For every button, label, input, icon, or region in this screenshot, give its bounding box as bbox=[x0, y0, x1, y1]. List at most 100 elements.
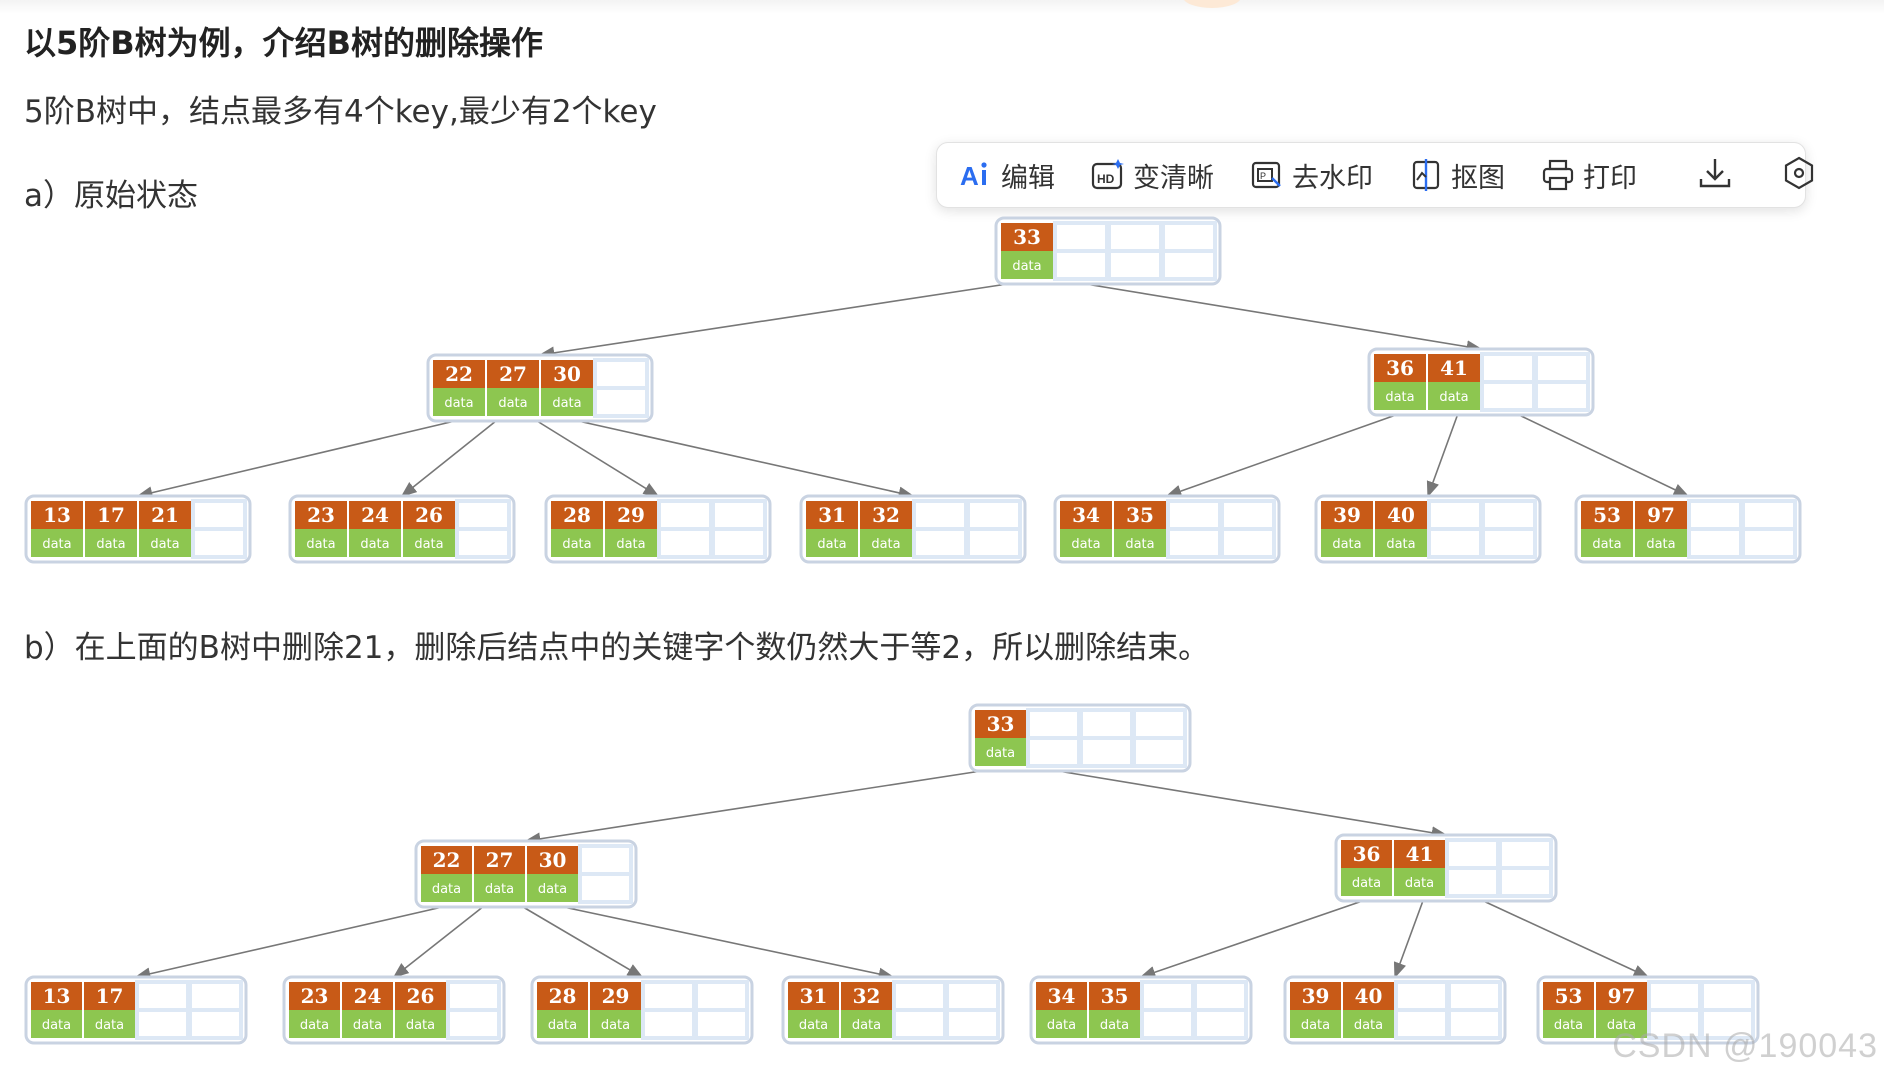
empty-key-cell bbox=[1480, 352, 1536, 384]
tree-edge bbox=[1085, 283, 1483, 353]
data-label: data bbox=[601, 1018, 630, 1033]
svg-text:P: P bbox=[1260, 171, 1266, 181]
data-label: data bbox=[1646, 537, 1675, 552]
tree-edge bbox=[577, 420, 915, 500]
print-button[interactable]: 打印 bbox=[1541, 153, 1637, 197]
key-label: 13 bbox=[43, 984, 71, 1008]
data-label: data bbox=[150, 537, 179, 552]
settings-button[interactable] bbox=[1781, 153, 1817, 197]
key-label: 28 bbox=[549, 984, 577, 1008]
tree-edge bbox=[1165, 414, 1397, 498]
caption-b: b）在上面的B树中删除21，删除后结点中的关键字个数仍然大于等2，所以删除结束。 bbox=[24, 630, 1210, 666]
tree-edge bbox=[563, 906, 895, 981]
key-label: 53 bbox=[1593, 503, 1621, 527]
data-label: data bbox=[1012, 259, 1041, 274]
key-label: 17 bbox=[97, 503, 125, 527]
key-label: 39 bbox=[1302, 984, 1330, 1008]
edit-button[interactable]: A 编辑 bbox=[959, 153, 1055, 197]
data-label: data bbox=[1047, 1018, 1076, 1033]
data-label: data bbox=[498, 396, 527, 411]
empty-key-cell bbox=[1140, 980, 1195, 1012]
svg-text:HD: HD bbox=[1097, 172, 1115, 186]
empty-key-cell bbox=[912, 499, 968, 531]
edit-label: 编辑 bbox=[1001, 162, 1055, 194]
key-label: 39 bbox=[1333, 503, 1361, 527]
btree-diagram-a: 33 data 22 data 27 data 30 data 36 data 41 data 13 da… bbox=[24, 216, 1802, 564]
cutout-button[interactable]: 抠图 bbox=[1409, 153, 1505, 197]
empty-key-cell bbox=[1220, 499, 1276, 531]
enhance-button[interactable]: HD 变清晰 bbox=[1091, 153, 1214, 197]
data-label: data bbox=[1354, 1018, 1383, 1033]
empty-key-cell bbox=[1132, 708, 1187, 740]
key-label: 53 bbox=[1555, 984, 1583, 1008]
remove-watermark-button[interactable]: P 去水印 bbox=[1250, 153, 1373, 197]
key-label: 28 bbox=[563, 503, 591, 527]
data-label: data bbox=[406, 1018, 435, 1033]
empty-data-cell bbox=[694, 1008, 749, 1040]
data-label: data bbox=[360, 537, 389, 552]
btree-node: 39 data 40 data bbox=[1283, 975, 1507, 1045]
key-label: 34 bbox=[1072, 503, 1100, 527]
btree-node: 23 data 24 data 26 data bbox=[282, 975, 506, 1045]
data-label: data bbox=[306, 537, 335, 552]
tree-edge bbox=[524, 770, 982, 846]
data-label: data bbox=[1439, 390, 1468, 405]
tree-edge bbox=[1139, 900, 1363, 979]
empty-data-cell bbox=[1193, 1008, 1248, 1040]
download-icon bbox=[1697, 155, 1733, 195]
empty-key-cell bbox=[191, 499, 247, 531]
data-label: data bbox=[414, 537, 443, 552]
data-label: data bbox=[562, 537, 591, 552]
key-label: 97 bbox=[1647, 503, 1675, 527]
data-label: data bbox=[42, 1018, 71, 1033]
key-label: 22 bbox=[433, 848, 461, 872]
empty-key-cell bbox=[1447, 980, 1502, 1012]
btree-node: 22 data 27 data 30 data bbox=[414, 839, 638, 909]
empty-data-cell bbox=[578, 872, 633, 904]
btree-node: 36 data 41 data bbox=[1334, 833, 1558, 903]
remove-watermark-label: 去水印 bbox=[1292, 162, 1373, 194]
empty-data-cell bbox=[593, 386, 649, 418]
empty-data-cell bbox=[1481, 527, 1537, 559]
empty-data-cell bbox=[135, 1008, 190, 1040]
key-label: 26 bbox=[415, 503, 443, 527]
empty-key-cell bbox=[1193, 980, 1248, 1012]
empty-data-cell bbox=[1220, 527, 1276, 559]
empty-data-cell bbox=[1498, 866, 1553, 898]
btree-node: 28 data 29 data bbox=[530, 975, 754, 1045]
data-label: data bbox=[95, 1018, 124, 1033]
tree-edge bbox=[1518, 414, 1690, 497]
data-label: data bbox=[444, 396, 473, 411]
key-label: 13 bbox=[43, 503, 71, 527]
printer-icon bbox=[1541, 158, 1575, 192]
empty-key-cell bbox=[1026, 708, 1081, 740]
empty-key-cell bbox=[1445, 838, 1500, 870]
key-label: 32 bbox=[872, 503, 900, 527]
empty-key-cell bbox=[135, 980, 190, 1012]
empty-key-cell bbox=[657, 499, 713, 531]
data-label: data bbox=[552, 396, 581, 411]
empty-key-cell bbox=[966, 499, 1022, 531]
data-label: data bbox=[1592, 537, 1621, 552]
key-label: 40 bbox=[1387, 503, 1415, 527]
data-label: data bbox=[817, 537, 846, 552]
empty-key-cell bbox=[1079, 708, 1134, 740]
btree-node: 34 data 35 data bbox=[1029, 975, 1253, 1045]
empty-key-cell bbox=[711, 499, 767, 531]
empty-key-cell bbox=[1741, 499, 1797, 531]
cutout-icon bbox=[1409, 158, 1443, 192]
empty-key-cell bbox=[1647, 980, 1702, 1012]
empty-data-cell bbox=[945, 1008, 1000, 1040]
empty-data-cell bbox=[1107, 249, 1163, 281]
download-button[interactable] bbox=[1697, 153, 1733, 197]
empty-key-cell bbox=[1107, 221, 1163, 253]
data-label: data bbox=[432, 882, 461, 897]
btree-node: 13 data 17 data 21 data bbox=[24, 494, 252, 564]
key-label: 21 bbox=[151, 503, 179, 527]
data-label: data bbox=[1332, 537, 1361, 552]
btree-node: 34 data 35 data bbox=[1053, 494, 1281, 564]
empty-key-cell bbox=[188, 980, 243, 1012]
print-label: 打印 bbox=[1583, 162, 1637, 194]
data-label: data bbox=[986, 746, 1015, 761]
data-label: data bbox=[42, 537, 71, 552]
